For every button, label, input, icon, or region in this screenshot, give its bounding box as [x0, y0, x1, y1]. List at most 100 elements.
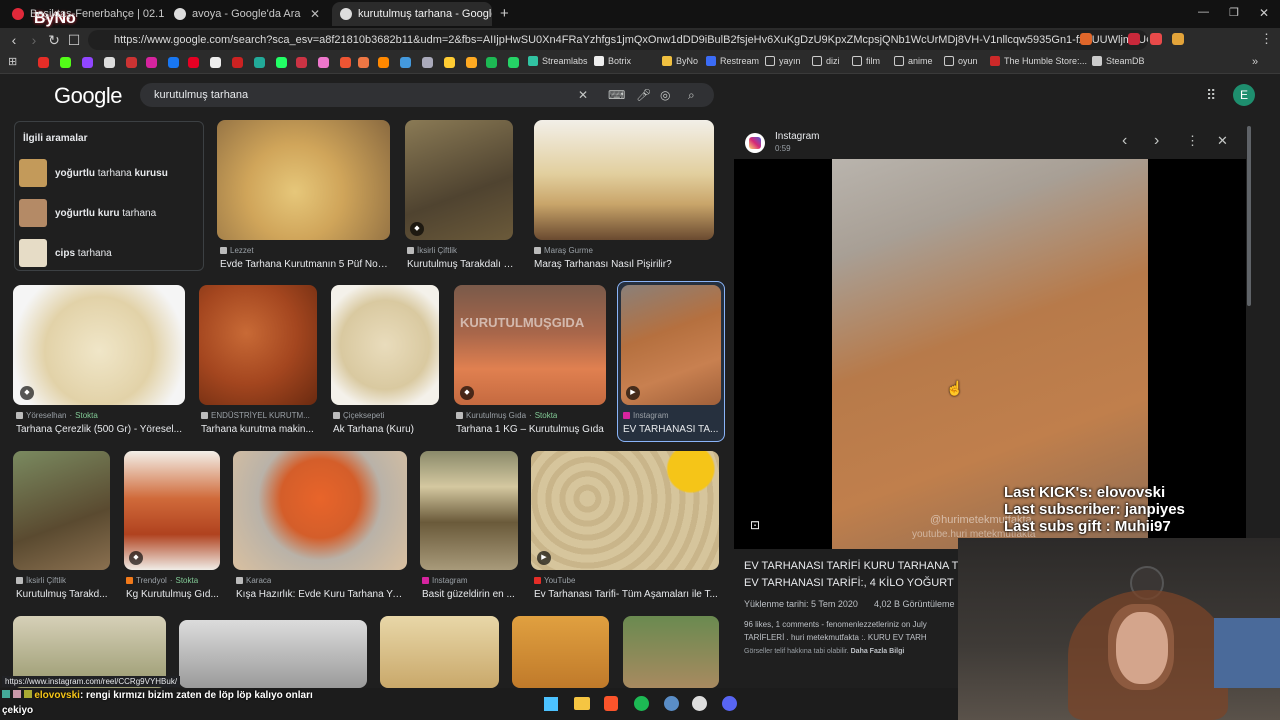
panel-source[interactable]: Instagram	[775, 131, 819, 142]
result-image[interactable]	[380, 616, 499, 688]
next-icon[interactable]: ›	[1154, 132, 1159, 150]
maximize-icon[interactable]: ❐	[1229, 6, 1239, 19]
bookmark-folder-yayin[interactable]: yayın	[765, 56, 801, 66]
microphone-icon[interactable]: 🎤︎	[636, 88, 651, 102]
related-item[interactable]: yoğurtlu kuru tarhana	[19, 195, 201, 231]
reload-icon[interactable]: ↻	[46, 32, 62, 48]
bookmark-icon[interactable]	[232, 57, 243, 68]
extensions-icon[interactable]	[1080, 33, 1092, 45]
avatar[interactable]: E	[1233, 84, 1255, 106]
menu-icon[interactable]: ⋮	[1260, 31, 1273, 47]
result-image[interactable]	[331, 285, 439, 405]
result-image[interactable]	[199, 285, 317, 405]
bookmark-folder-film[interactable]: film	[852, 56, 880, 66]
result-caption[interactable]: EV TARHANASI TA...	[623, 424, 721, 435]
search-icon[interactable]: ⌕	[688, 88, 695, 103]
apps-grid-icon[interactable]: ⊞	[8, 55, 17, 68]
bookmark-steamdb[interactable]: SteamDB	[1092, 56, 1145, 66]
related-item[interactable]: cips tarhana	[19, 235, 201, 271]
extension-icon[interactable]	[1150, 33, 1162, 45]
bookmark-folder-anime[interactable]: anime	[894, 56, 933, 66]
bookmark-folder-dizi[interactable]: dizi	[812, 56, 840, 66]
close-panel-icon[interactable]: ✕	[1217, 133, 1228, 149]
bookmark-icon[interactable]	[126, 57, 137, 68]
bookmark-icon[interactable]	[318, 57, 329, 68]
tab-besiktas[interactable]: Beşiktaş-Fenerbahçe | 02.11.2025 20:	[4, 2, 164, 26]
result-caption[interactable]: Ak Tarhana (Kuru)	[333, 424, 441, 435]
extension-icon[interactable]	[1172, 33, 1184, 45]
close-tab-icon[interactable]: ✕	[310, 7, 320, 21]
bookmark-icon[interactable]	[296, 57, 307, 68]
spotify-icon[interactable]	[634, 696, 649, 711]
minimize-icon[interactable]: —	[1198, 6, 1209, 18]
brave-icon[interactable]	[604, 696, 618, 711]
search-input[interactable]: kurutulmuş tarhana	[140, 83, 714, 107]
url-field[interactable]: https://www.google.com/search?sca_esv=a8…	[88, 30, 1148, 50]
back-icon[interactable]: ‹	[6, 32, 22, 48]
tiktok-icon[interactable]	[210, 57, 221, 68]
result-caption[interactable]: Basit güzeldirin en ...	[422, 589, 518, 600]
bookmark-icon[interactable]	[276, 57, 287, 68]
file-explorer-icon[interactable]	[574, 697, 590, 710]
result-caption[interactable]: Tarhana 1 KG – Kurutulmuş Gıda	[456, 424, 606, 435]
result-image[interactable]	[217, 120, 390, 240]
bookmark-icon[interactable]: ☐	[66, 32, 82, 48]
result-image[interactable]	[233, 451, 407, 570]
tab-kurutulmus[interactable]: kurutulmuş tarhana - Google'da A ✕	[332, 2, 492, 26]
result-image[interactable]: KURUTULMUŞGIDA	[454, 285, 606, 405]
result-caption[interactable]: Evde Tarhana Kurutmanın 5 Püf Nok...	[220, 259, 388, 270]
bookmark-byno[interactable]: ByNo	[662, 56, 698, 66]
facebook-icon[interactable]	[168, 57, 179, 68]
steam-icon[interactable]	[664, 696, 679, 711]
result-image[interactable]	[420, 451, 518, 570]
lens-icon[interactable]: ◎	[660, 88, 670, 102]
result-caption[interactable]: Kışa Hazırlık: Evde Kuru Tarhana Ya...	[236, 589, 406, 600]
bookmark-icon[interactable]	[378, 57, 389, 68]
bookmark-restream[interactable]: Restream	[706, 56, 759, 66]
bookmark-folder-oyun[interactable]: oyun	[944, 56, 978, 66]
whatsapp-icon[interactable]	[508, 57, 519, 68]
result-caption[interactable]: Maraş Tarhanası Nasıl Pişirilir?	[534, 259, 714, 270]
result-image[interactable]	[512, 616, 609, 688]
bookmark-botrix[interactable]: Botrix	[594, 56, 631, 66]
forward-icon[interactable]: ›	[26, 32, 42, 48]
more-bookmarks-icon[interactable]: »	[1252, 56, 1258, 68]
result-image[interactable]	[531, 451, 719, 570]
twitch-icon[interactable]	[82, 57, 93, 68]
tab-avoya[interactable]: avoya - Google'da Ara ✕	[166, 2, 328, 26]
google-apps-icon[interactable]: ⠿	[1206, 87, 1216, 104]
panel-title-continued[interactable]: EV TARHANASI TARİFİ:, 4 KİLO YOĞURT	[744, 577, 954, 589]
result-image[interactable]	[179, 620, 367, 688]
keyboard-icon[interactable]: ⌨	[608, 88, 625, 102]
more-options-icon[interactable]: ⋮	[1186, 133, 1199, 149]
kick-icon[interactable]	[60, 57, 71, 68]
bookmark-icon[interactable]	[340, 57, 351, 68]
bookmark-icon[interactable]	[444, 57, 455, 68]
scrollbar[interactable]	[1247, 126, 1251, 306]
result-image[interactable]	[534, 120, 714, 240]
result-caption[interactable]: Kg Kurutulmuş Gıd...	[126, 589, 220, 600]
youtube-icon[interactable]	[38, 57, 49, 68]
previous-icon[interactable]: ‹	[1122, 132, 1127, 150]
windows-start-icon[interactable]	[544, 697, 558, 711]
bookmark-streamlabs[interactable]: Streamlabs	[528, 56, 588, 66]
bookmark-icon[interactable]	[254, 57, 265, 68]
related-item[interactable]: yoğurtlu tarhana kurusu	[19, 155, 201, 191]
result-caption[interactable]: Tarhana Çerezlik (500 Gr) - Yöresel...	[16, 424, 186, 435]
bookmark-humble[interactable]: The Humble Store:...	[990, 56, 1087, 66]
obs-icon[interactable]	[692, 696, 707, 711]
close-window-icon[interactable]: ✕	[1259, 6, 1269, 20]
spotify-icon[interactable]	[486, 57, 497, 68]
google-logo[interactable]: Google	[54, 83, 122, 109]
video-player[interactable]: @hurimetekmutfakta youtube.huri metekmut…	[734, 159, 1246, 549]
result-image[interactable]	[623, 616, 719, 688]
result-caption[interactable]: Tarhana kurutma makin...	[201, 424, 317, 435]
result-image[interactable]	[13, 285, 185, 405]
clear-search-icon[interactable]: ✕	[578, 88, 588, 102]
result-image[interactable]	[405, 120, 513, 240]
pinterest-icon[interactable]	[188, 57, 199, 68]
bookmark-icon[interactable]	[466, 57, 477, 68]
result-image[interactable]	[13, 451, 110, 570]
new-tab-button[interactable]: +	[500, 5, 509, 22]
result-caption[interactable]: Ev Tarhanası Tarifi- Tüm Aşamaları ile T…	[534, 589, 719, 600]
